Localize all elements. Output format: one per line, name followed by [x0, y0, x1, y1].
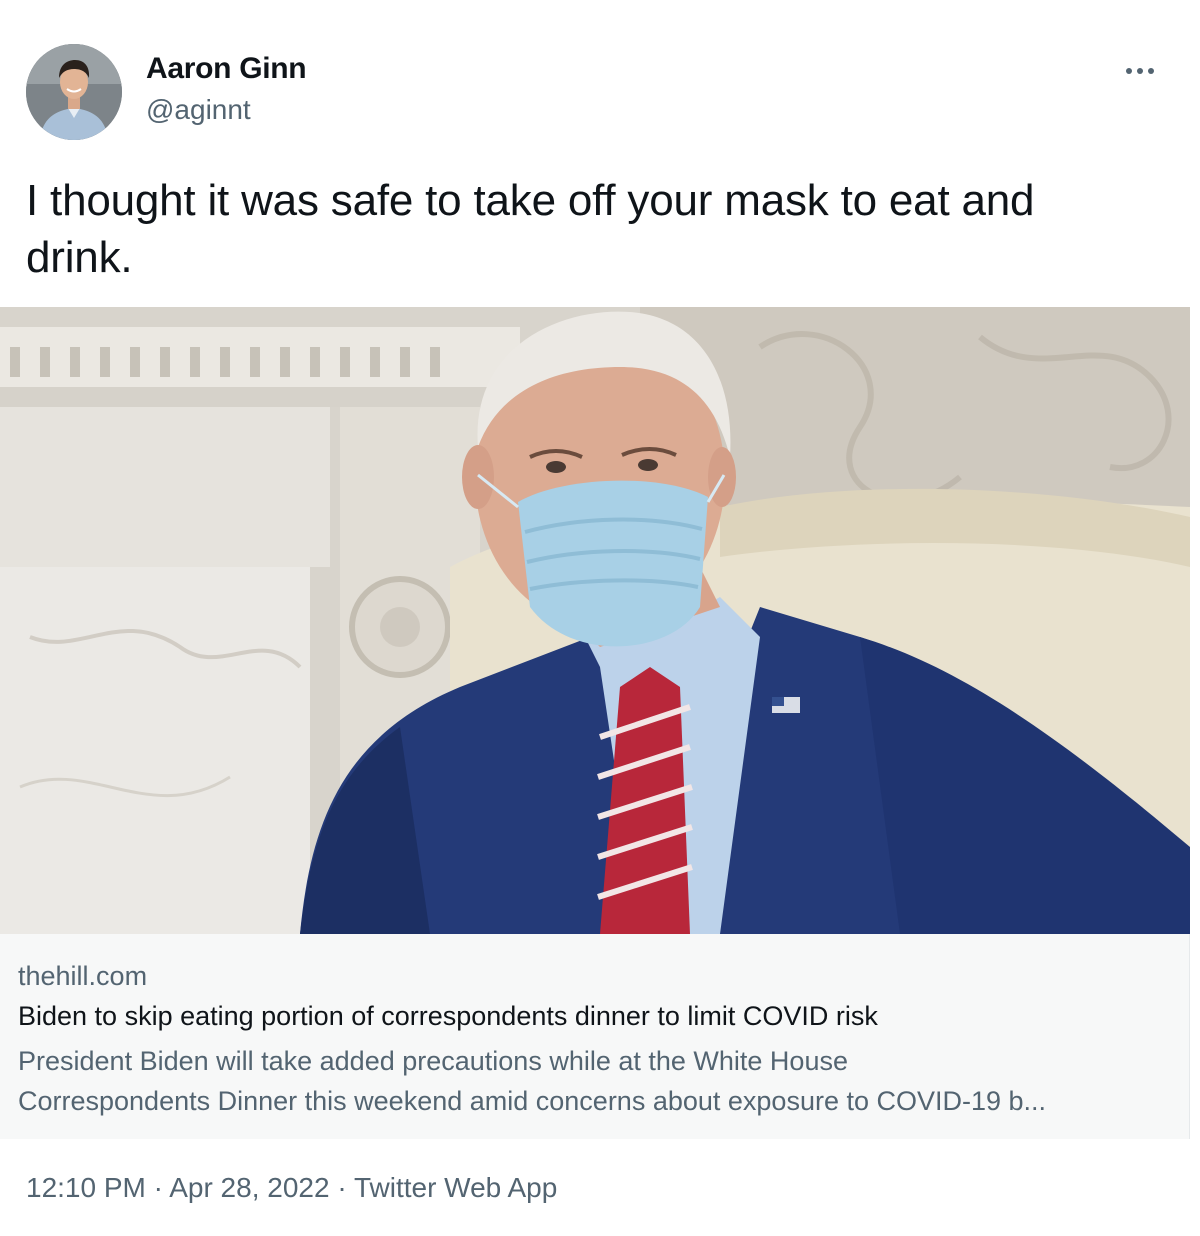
more-options-button[interactable] — [1118, 56, 1162, 86]
author-display-name[interactable]: Aaron Ginn — [146, 52, 307, 86]
link-card[interactable]: thehill.com Biden to skip eating portion… — [0, 307, 1190, 1139]
card-description-line: Correspondents Dinner this weekend amid … — [18, 1086, 1047, 1116]
ellipsis-icon — [1148, 68, 1154, 74]
tweet-text: I thought it was safe to take off your m… — [26, 172, 1166, 286]
card-title[interactable]: Biden to skip eating portion of correspo… — [18, 1001, 878, 1032]
tweet: Aaron Ginn @aginnt I thought it was safe… — [0, 0, 1200, 1236]
meta-separator: · — [153, 1172, 163, 1203]
ellipsis-icon — [1126, 68, 1132, 74]
avatar[interactable] — [26, 44, 122, 140]
author-handle[interactable]: @aginnt — [146, 94, 251, 126]
card-image[interactable] — [0, 307, 1190, 934]
tweet-text-line: drink. — [26, 233, 133, 282]
avatar-photo — [26, 44, 122, 140]
tweet-date[interactable]: Apr 28, 2022 — [169, 1172, 329, 1203]
card-description[interactable]: President Biden will take added precauti… — [18, 1041, 1168, 1121]
ellipsis-icon — [1137, 68, 1143, 74]
tweet-time[interactable]: 12:10 PM — [26, 1172, 146, 1203]
tweet-metadata: 12:10 PM · Apr 28, 2022 · Twitter Web Ap… — [26, 1172, 557, 1204]
card-photo — [0, 307, 1190, 934]
tweet-text-line: I thought it was safe to take off your m… — [26, 176, 1035, 225]
card-description-line: President Biden will take added precauti… — [18, 1046, 848, 1076]
meta-separator: · — [337, 1172, 347, 1203]
card-domain[interactable]: thehill.com — [18, 961, 147, 992]
tweet-source[interactable]: Twitter Web App — [354, 1172, 557, 1203]
